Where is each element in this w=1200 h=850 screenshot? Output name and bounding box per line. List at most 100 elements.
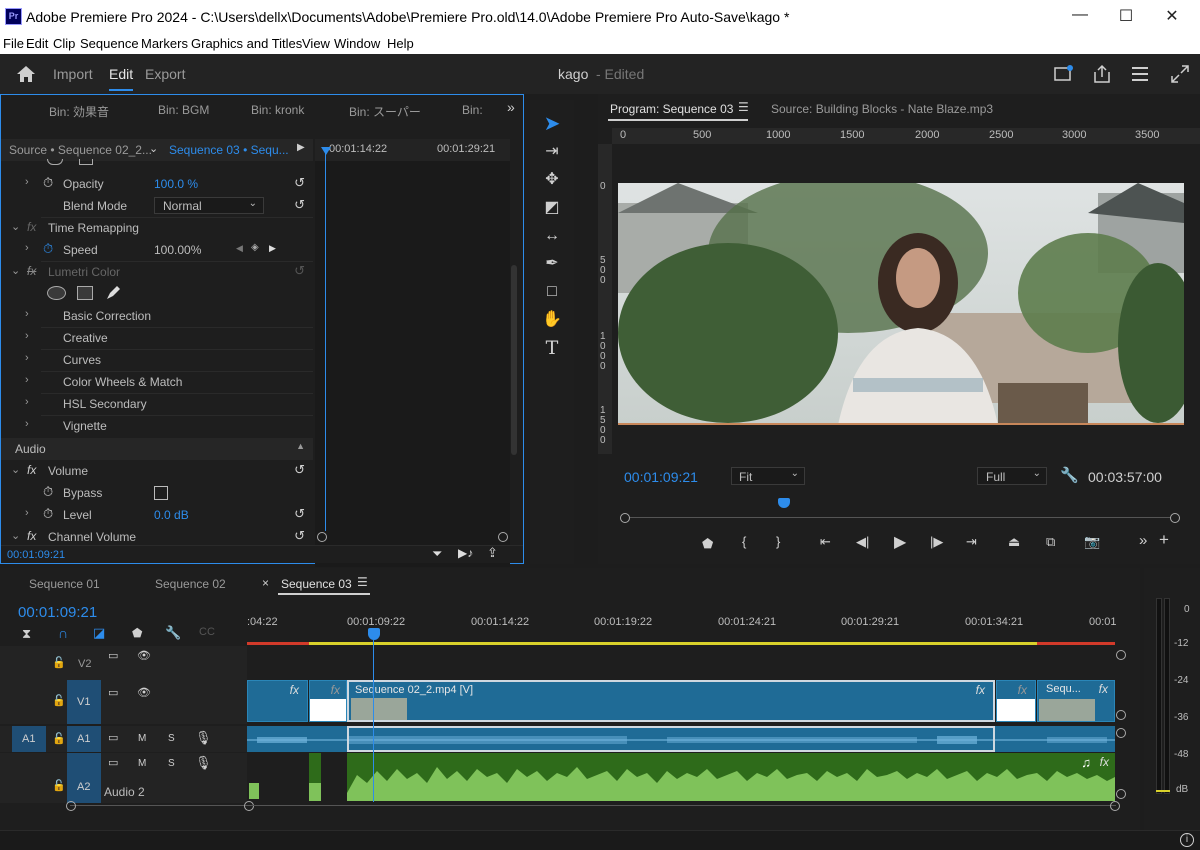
- chevron-down-icon[interactable]: ⌄: [11, 463, 20, 476]
- play-icon[interactable]: ▶: [297, 142, 305, 153]
- maximize-icon[interactable]: ☐: [1106, 6, 1146, 28]
- effect-scrollbar[interactable]: [511, 265, 517, 455]
- menu-window[interactable]: Window: [334, 36, 380, 51]
- curves-row[interactable]: › Curves: [1, 349, 313, 371]
- a2-target-button[interactable]: A2: [67, 753, 101, 803]
- video-clip[interactable]: fx: [309, 680, 347, 722]
- ellipse-mask-icon[interactable]: [47, 286, 66, 300]
- next-keyframe-icon[interactable]: ▶: [269, 243, 276, 254]
- header-scrollbar[interactable]: [70, 805, 250, 806]
- video-clip-selected[interactable]: Sequence 02_2.mp4 [V] fx: [347, 680, 995, 722]
- rectangle-tool-icon[interactable]: □: [540, 280, 564, 304]
- sequence-clip-tab[interactable]: Sequence 03 • Sequ...: [169, 143, 289, 157]
- step-forward-icon[interactable]: |▶: [930, 534, 943, 550]
- tab-program-monitor[interactable]: Program: Sequence 03: [610, 102, 733, 116]
- blend-mode-select[interactable]: Normal ⌄: [154, 197, 264, 214]
- playhead-icon[interactable]: [321, 147, 331, 155]
- menu-sequence[interactable]: Sequence: [80, 36, 139, 51]
- audio-clip-a2[interactable]: ♫ fx: [247, 753, 1115, 801]
- export-frame-icon[interactable]: 📷: [1084, 534, 1100, 550]
- vignette-row[interactable]: › Vignette: [1, 415, 313, 437]
- zoom-handle-right[interactable]: [498, 532, 508, 542]
- lock-icon[interactable]: 🔓: [52, 732, 66, 745]
- program-playhead-icon[interactable]: [778, 498, 790, 508]
- bypass-checkbox[interactable]: [154, 486, 168, 500]
- close-tab-icon[interactable]: ×: [262, 576, 269, 590]
- timeline-zoom-scrollbar[interactable]: [250, 805, 1116, 806]
- panel-menu-icon[interactable]: ☰: [738, 100, 749, 114]
- tab-export[interactable]: Export: [145, 66, 185, 82]
- menu-clip[interactable]: Clip: [53, 36, 75, 51]
- play-audio-icon[interactable]: ▶♪: [458, 546, 473, 560]
- bin-tab-sfx[interactable]: Bin: 効果音: [49, 103, 109, 120]
- razor-tool-icon[interactable]: ◩: [540, 196, 564, 220]
- stopwatch-icon[interactable]: ⏱: [43, 484, 53, 500]
- go-to-in-icon[interactable]: ⇤: [820, 534, 831, 550]
- microphone-icon[interactable]: 🎙: [195, 755, 212, 771]
- pen-tool-icon[interactable]: ✒: [540, 252, 564, 276]
- play-icon[interactable]: ▶: [894, 532, 906, 552]
- scrubber-handle-right[interactable]: [1170, 513, 1180, 523]
- more-controls-icon[interactable]: »: [1139, 532, 1147, 549]
- effect-timeline[interactable]: 00:01:14:22 00:01:29:21: [315, 139, 510, 567]
- video-clip[interactable]: Sequ... fx: [1037, 680, 1115, 722]
- microphone-icon[interactable]: 🎙: [195, 730, 212, 746]
- menu-edit[interactable]: Edit: [26, 36, 48, 51]
- reset-icon[interactable]: ↺: [294, 175, 305, 191]
- audio-clip-a1[interactable]: [247, 726, 1115, 752]
- snap-icon[interactable]: ∩: [58, 625, 68, 641]
- v1-target-button[interactable]: V1: [67, 680, 101, 724]
- tab-import[interactable]: Import: [53, 66, 93, 82]
- menu-view[interactable]: View: [302, 36, 330, 51]
- rect-mask-icon[interactable]: [79, 159, 93, 165]
- tab-source-monitor[interactable]: Source: Building Blocks - Nate Blaze.mp3: [771, 102, 993, 116]
- opacity-value[interactable]: 100.0 %: [154, 177, 198, 191]
- type-tool-icon[interactable]: T: [540, 336, 564, 360]
- share-icon[interactable]: [1093, 64, 1111, 84]
- sync-lock-icon[interactable]: ▭: [108, 686, 118, 699]
- mute-button[interactable]: M: [138, 758, 146, 769]
- nest-icon[interactable]: ⧗: [22, 626, 31, 642]
- scrubber-handle-left[interactable]: [620, 513, 630, 523]
- wrench-icon[interactable]: 🔧: [165, 625, 181, 641]
- minimize-icon[interactable]: —: [1060, 6, 1100, 28]
- color-wheels-row[interactable]: › Color Wheels & Match: [1, 371, 313, 393]
- workspaces-icon[interactable]: [1131, 65, 1149, 83]
- program-current-timecode[interactable]: 00:01:09:21: [624, 469, 698, 485]
- prev-keyframe-icon[interactable]: ◀: [236, 243, 243, 254]
- program-scrubber[interactable]: [624, 517, 1180, 518]
- basic-correction-row[interactable]: › Basic Correction: [1, 305, 313, 327]
- menu-markers[interactable]: Markers: [141, 36, 188, 51]
- track-height-handle[interactable]: [1116, 728, 1126, 738]
- hand-tool-icon[interactable]: ✋: [540, 308, 564, 332]
- menu-file[interactable]: File: [3, 36, 24, 51]
- sync-lock-icon[interactable]: ▭: [108, 731, 118, 744]
- lock-icon[interactable]: 🔓: [52, 656, 66, 669]
- lock-icon[interactable]: 🔓: [52, 694, 66, 707]
- filter-icon[interactable]: ⏷: [432, 546, 442, 562]
- fx-icon[interactable]: fx: [27, 529, 36, 543]
- video-clip[interactable]: fx: [996, 680, 1036, 722]
- mute-button[interactable]: M: [138, 733, 146, 744]
- solo-button[interactable]: S: [168, 758, 175, 769]
- linked-selection-icon[interactable]: ◪: [93, 625, 105, 641]
- lift-icon[interactable]: ⏏: [1008, 534, 1020, 550]
- track-select-tool-icon[interactable]: ⇥: [540, 140, 564, 164]
- fx-icon[interactable]: fx: [27, 463, 36, 477]
- tab-sequence-01[interactable]: Sequence 01: [29, 577, 100, 591]
- extract-icon[interactable]: ⧉: [1046, 534, 1055, 550]
- ellipse-mask-icon[interactable]: [47, 159, 63, 165]
- tab-sequence-03[interactable]: Sequence 03: [281, 577, 352, 591]
- fullscreen-icon[interactable]: [1170, 64, 1190, 84]
- bin-tab-more[interactable]: Bin:: [462, 103, 483, 117]
- eye-icon[interactable]: 👁: [137, 649, 151, 662]
- hsl-secondary-row[interactable]: › HSL Secondary: [1, 393, 313, 415]
- reset-icon[interactable]: ↺: [294, 462, 305, 478]
- quick-export-icon[interactable]: [1054, 65, 1074, 83]
- sync-lock-icon[interactable]: ▭: [108, 756, 118, 769]
- chevron-down-icon[interactable]: ⌄: [11, 264, 20, 277]
- stopwatch-icon[interactable]: ⏱: [43, 506, 53, 522]
- slip-tool-icon[interactable]: ↔: [540, 224, 564, 248]
- bin-tab-kronk[interactable]: Bin: kronk: [251, 103, 304, 117]
- tab-edit[interactable]: Edit: [109, 66, 134, 91]
